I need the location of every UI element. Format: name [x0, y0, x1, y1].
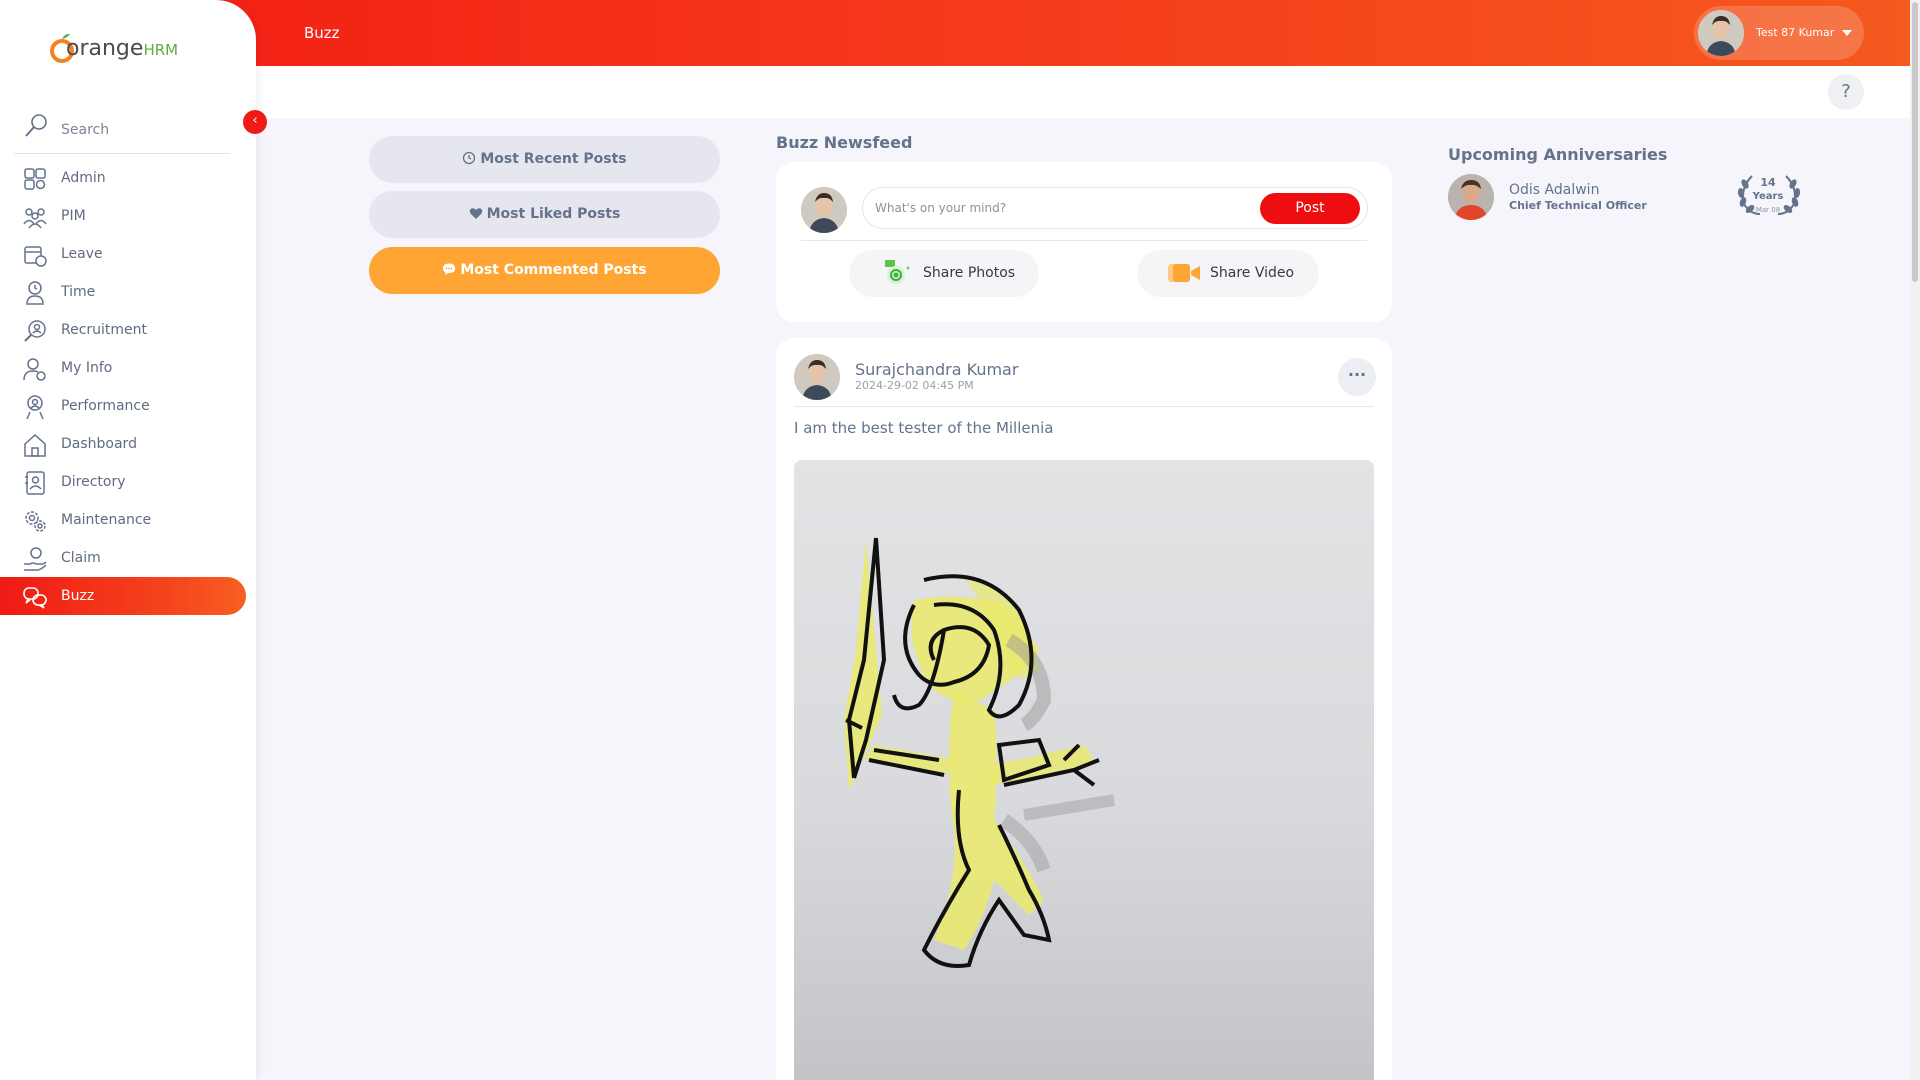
sub-header [256, 66, 1910, 118]
most-liked-posts-button[interactable]: Most Liked Posts [369, 191, 720, 238]
sidebar-item-admin[interactable]: Admin [0, 159, 246, 197]
composer-avatar-image [801, 187, 847, 233]
sidebar-item-my-info[interactable]: My Info [0, 349, 246, 387]
my-info-icon [23, 358, 46, 381]
sidebar-item-label: Dashboard [61, 436, 137, 452]
more-icon: ··· [1347, 365, 1367, 384]
most-recent-posts-label: Most Recent Posts [480, 151, 627, 167]
anniversary-name: Odis Adalwin [1509, 182, 1600, 198]
share-photos-button[interactable]: Share Photos [849, 250, 1039, 297]
pim-icon [23, 208, 47, 229]
topbar: Buzz Test 87 Kumar [0, 0, 1920, 66]
maintenance-icon [25, 511, 46, 532]
post-date: 2024-29-02 04:45 PM [855, 379, 974, 392]
post-input-placeholder: What's on your mind? [875, 201, 1007, 215]
logo-text-suffix: HRM [143, 41, 179, 59]
chevron-left-icon: ‹ [252, 113, 258, 128]
video-camera-icon [1168, 264, 1200, 282]
search-icon [25, 114, 47, 137]
user-menu-button[interactable]: Test 87 Kumar [1694, 6, 1864, 60]
post-more-options-button[interactable]: ··· [1338, 358, 1376, 396]
recruitment-icon [24, 320, 46, 342]
sidebar-item-time[interactable]: Time [0, 273, 246, 311]
anniversary-years-label: Years [1752, 191, 1784, 202]
most-commented-posts-button[interactable]: Most Commented Posts [369, 247, 720, 294]
heart-icon [469, 191, 483, 238]
app-root: Buzz Test 87 Kumar ? orangeHRM Search Ad… [0, 0, 1920, 1080]
chevron-down-icon [1842, 30, 1852, 36]
post-text: I am the best tester of the Millenia [794, 419, 1054, 437]
post-image[interactable] [794, 460, 1374, 1080]
clock-icon [462, 136, 476, 183]
sidebar-item-claim[interactable]: Claim [0, 539, 246, 577]
most-liked-posts-label: Most Liked Posts [486, 206, 621, 222]
sidebar-item-pim[interactable]: PIM [0, 197, 246, 235]
directory-icon [25, 471, 45, 495]
anniversary-date: Mar 08 [1755, 206, 1781, 214]
anniversaries-title: Upcoming Anniversaries [1448, 145, 1668, 164]
anniversary-avatar [1448, 174, 1494, 220]
user-avatar-image [1698, 10, 1744, 56]
sidebar-collapse-button[interactable]: ‹ [243, 110, 267, 134]
leave-icon [24, 246, 47, 267]
sidebar-item-performance[interactable]: Performance [0, 387, 246, 425]
sidebar-search[interactable]: Search [14, 108, 230, 154]
sidebar-item-label: Maintenance [61, 512, 152, 528]
dashboard-icon [24, 433, 46, 457]
sidebar-item-maintenance[interactable]: Maintenance [0, 501, 246, 539]
comment-icon [442, 247, 456, 294]
composer-avatar [801, 187, 847, 233]
post-divider [794, 406, 1374, 407]
post-button[interactable]: Post [1260, 193, 1360, 224]
sidebar: orangeHRM Search Admin PIM Leave Time Re… [0, 0, 256, 1080]
sidebar-item-label: Claim [61, 550, 101, 566]
post-composer-card [776, 162, 1392, 322]
sidebar-item-label: My Info [61, 360, 113, 376]
search-input[interactable]: Search [61, 122, 109, 138]
performance-icon [26, 395, 44, 420]
share-video-label: Share Video [1210, 265, 1295, 281]
newsfeed-title: Buzz Newsfeed [776, 133, 913, 152]
sidebar-item-label: Leave [61, 246, 103, 262]
help-button[interactable]: ? [1828, 74, 1864, 110]
sidebar-item-leave[interactable]: Leave [0, 235, 246, 273]
camera-icon [885, 260, 910, 284]
sidebar-item-label: Directory [61, 474, 126, 490]
share-photos-label: Share Photos [923, 265, 1016, 281]
anniversary-avatar-image [1448, 174, 1494, 220]
claim-icon [24, 547, 47, 571]
doodle-warrior-image [844, 537, 1115, 968]
sidebar-item-buzz[interactable]: Buzz [0, 577, 246, 615]
anniversary-role: Chief Technical Officer [1509, 199, 1647, 212]
share-video-button[interactable]: Share Video [1137, 250, 1319, 297]
user-avatar [1698, 10, 1744, 56]
most-commented-posts-label: Most Commented Posts [460, 262, 647, 278]
sidebar-item-dashboard[interactable]: Dashboard [0, 425, 246, 463]
sidebar-item-label: Performance [61, 398, 150, 414]
post-author-name: Surajchandra Kumar [855, 360, 1019, 379]
post-author-avatar [794, 354, 840, 400]
user-name: Test 87 Kumar [1756, 26, 1835, 39]
sidebar-item-label: Time [61, 284, 96, 300]
page-title: Buzz [304, 24, 340, 42]
most-recent-posts-button[interactable]: Most Recent Posts [369, 136, 720, 183]
logo-text-main: orange [66, 36, 144, 61]
sidebar-item-recruitment[interactable]: Recruitment [0, 311, 246, 349]
sidebar-item-label: Buzz [61, 588, 95, 604]
anniversary-years: 14 [1760, 176, 1776, 189]
time-icon [26, 281, 44, 305]
scrollbar-thumb[interactable] [1912, 2, 1918, 282]
sidebar-item-label: PIM [61, 208, 86, 224]
buzz-icon [23, 587, 47, 609]
logo-text: orangeHRM [66, 36, 178, 61]
sidebar-item-label: Recruitment [61, 322, 148, 338]
admin-icon [24, 168, 46, 190]
post-author-avatar-image [794, 354, 840, 400]
sidebar-item-label: Admin [61, 170, 106, 186]
composer-divider [801, 240, 1367, 241]
sidebar-item-directory[interactable]: Directory [0, 463, 246, 501]
